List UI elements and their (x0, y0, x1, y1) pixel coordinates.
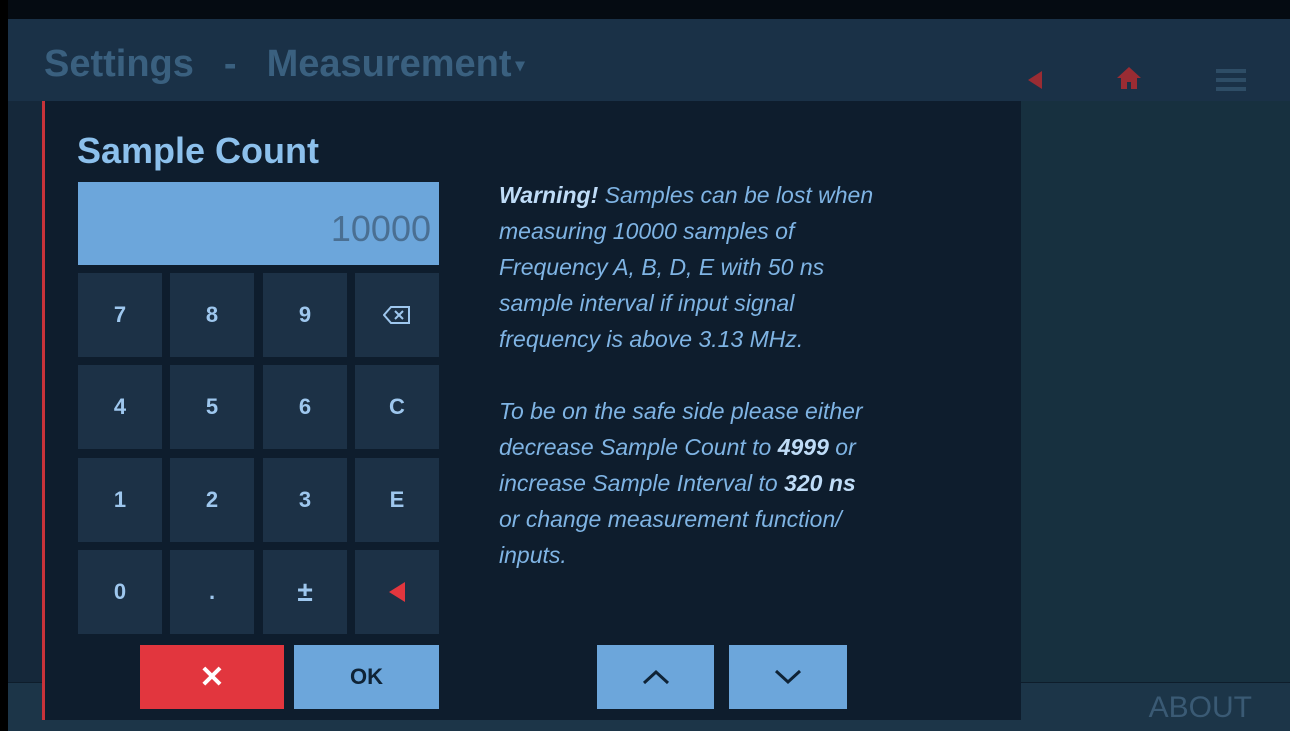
key-3[interactable]: 3 (263, 458, 347, 542)
key-0[interactable]: 0 (78, 550, 162, 634)
dialog-title: Sample Count (77, 130, 320, 171)
screen: Settings - Measurement ▾ ABOUT Sample Count… (8, 0, 1290, 731)
decimal-button[interactable]: . (170, 550, 254, 634)
left-arrow-icon (389, 582, 405, 602)
breadcrumb: Settings - Measurement ▾ (44, 43, 525, 86)
side-panel (1018, 101, 1290, 731)
suggested-count: 4999 (777, 434, 829, 460)
warning-line: frequency is above 3.13 MHz. (499, 326, 804, 352)
top-band (8, 0, 1290, 19)
backspace-icon (383, 306, 410, 324)
header-bar: Settings - Measurement ▾ (8, 19, 1290, 101)
back-icon[interactable] (1028, 71, 1042, 89)
ok-button[interactable]: OK (294, 645, 439, 709)
sample-count-dialog: Sample Count 10000 7 8 9 4 5 6 C 1 2 3 E… (42, 101, 1021, 720)
key-9[interactable]: 9 (263, 273, 347, 357)
scroll-up-button[interactable] (597, 645, 714, 709)
key-2[interactable]: 2 (170, 458, 254, 542)
breadcrumb-measurement[interactable]: Measurement (267, 43, 512, 86)
clear-button[interactable]: C (355, 365, 439, 449)
key-7[interactable]: 7 (78, 273, 162, 357)
warning-line: Frequency A, B, D, E with 50 ns (499, 254, 825, 280)
exponent-button[interactable]: E (355, 458, 439, 542)
suggested-interval: 320 ns (784, 470, 856, 496)
warning-line: sample interval if input signal (499, 290, 795, 316)
home-icon[interactable] (1116, 65, 1142, 91)
advice-line: decrease Sample Count to 4999 or (499, 434, 856, 460)
warning-text: Warning! Samples can be lost when measur… (499, 177, 969, 573)
value-display[interactable]: 10000 (78, 182, 439, 265)
plus-minus-button[interactable]: ± (263, 550, 347, 634)
warning-line: Warning! Samples can be lost when (499, 182, 874, 208)
warning-line: measuring 10000 samples of (499, 218, 795, 244)
key-1[interactable]: 1 (78, 458, 162, 542)
scroll-down-button[interactable] (729, 645, 847, 709)
key-8[interactable]: 8 (170, 273, 254, 357)
breadcrumb-settings[interactable]: Settings (44, 43, 194, 86)
about-button[interactable]: ABOUT (1149, 691, 1252, 725)
cancel-button[interactable]: ✕ (140, 645, 284, 709)
value-text: 10000 (330, 208, 431, 249)
advice-line: increase Sample Interval to 320 ns (499, 470, 856, 496)
advice-line: To be on the safe side please either (499, 398, 863, 424)
chevron-down-icon (774, 669, 802, 685)
advice-line: or change measurement function/ (499, 506, 842, 532)
chevron-up-icon (642, 669, 669, 685)
backspace-arrow-button[interactable] (355, 550, 439, 634)
key-6[interactable]: 6 (263, 365, 347, 449)
advice-line: inputs. (499, 542, 567, 568)
key-4[interactable]: 4 (78, 365, 162, 449)
menu-icon[interactable] (1216, 69, 1246, 91)
backspace-button[interactable] (355, 273, 439, 357)
warning-label: Warning! (499, 182, 599, 208)
breadcrumb-separator: - (223, 43, 237, 85)
key-5[interactable]: 5 (170, 365, 254, 449)
chevron-down-icon[interactable]: ▾ (516, 55, 525, 76)
